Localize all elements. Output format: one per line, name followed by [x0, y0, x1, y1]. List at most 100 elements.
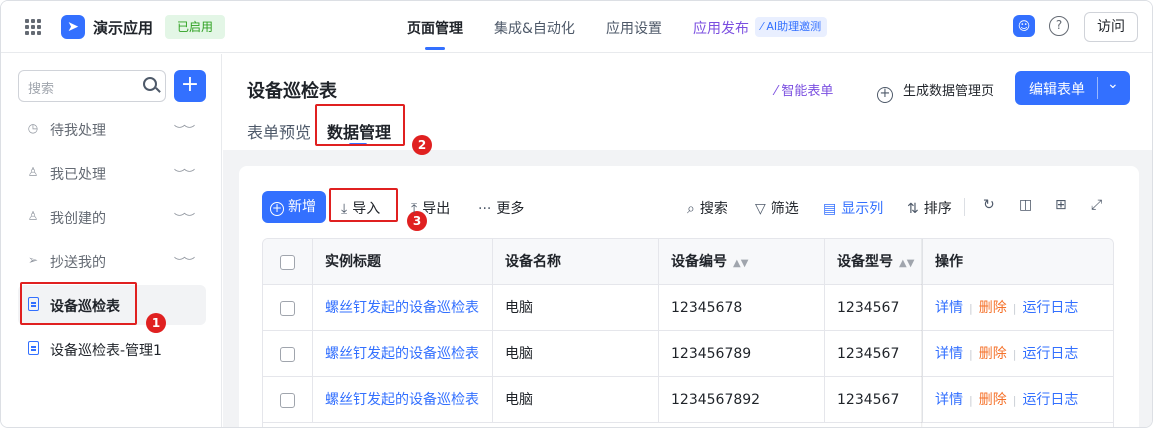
assistant-icon[interactable]: ☺ [1013, 15, 1035, 37]
delete-link[interactable]: 删除 [979, 300, 1007, 316]
action-divider: | [969, 302, 973, 315]
sort-icon[interactable]: ▲▼ [733, 258, 748, 269]
highlight-box-2 [315, 104, 405, 146]
generate-page-button[interactable]: + 生成数据管理页 [877, 80, 994, 103]
row-title-link[interactable]: 螺丝钉发起的设备巡检表 [313, 377, 493, 423]
delete-link[interactable]: 删除 [979, 346, 1007, 362]
col-header-title: 实例标题 [313, 239, 493, 285]
col-header-label: 设备型号 [837, 254, 893, 270]
fixed-column-shadow [921, 239, 923, 427]
data-table: 实例标题 设备名称 设备编号 ▲▼ 设备型号 ▲▼ 操作 螺丝钉发起的设备巡检表 电… [262, 238, 1114, 427]
row-device-model: 1234567 [825, 331, 923, 377]
row-device-code: 1234567892 [659, 377, 825, 423]
new-label: 新增 [288, 199, 316, 215]
row-title-link[interactable]: 螺丝钉发起的设备巡检表 [313, 285, 493, 331]
clock-icon: ◷ [27, 121, 39, 135]
smart-form-button[interactable]: ⁄ 智能表单 [775, 80, 833, 99]
log-link[interactable]: 运行日志 [1022, 392, 1078, 408]
row-title-link[interactable]: 螺丝钉发起的设备巡检表 [313, 331, 493, 377]
row-device-model: 1234567 [825, 377, 923, 423]
eye-hidden-icon[interactable]: ︶︶ [174, 254, 195, 270]
log-link[interactable]: 运行日志 [1022, 300, 1078, 316]
app-grid-icon[interactable] [25, 19, 41, 35]
more-label: 更多 [496, 201, 525, 217]
select-all-checkbox[interactable] [280, 255, 295, 270]
row-device-name: 电脑 [493, 377, 659, 423]
sidebar-item-cc[interactable]: ➢ 抄送我的 ︶︶ [18, 241, 206, 281]
filter-label: 筛选 [770, 201, 799, 217]
col-header-device-model[interactable]: 设备型号 ▲▼ [825, 239, 923, 285]
col-header-device-name: 设备名称 [493, 239, 659, 285]
sidebar-item-label: 我创建的 [50, 211, 106, 227]
columns-button[interactable]: ▤ 显示列 [823, 198, 883, 218]
nav-app-settings[interactable]: 应用设置 [606, 18, 662, 38]
nav-page-management[interactable]: 页面管理 [407, 18, 463, 38]
refresh-icon[interactable]: ↻ [983, 197, 995, 213]
eye-hidden-icon[interactable]: ︶︶ [174, 210, 195, 226]
send-icon: ➢ [27, 253, 39, 267]
action-divider: | [1012, 394, 1017, 407]
action-divider: | [1012, 302, 1017, 315]
sidebar-item-created[interactable]: ♙ 我创建的 ︶︶ [18, 197, 206, 237]
eye-hidden-icon[interactable]: ︶︶ [174, 122, 195, 138]
add-page-button[interactable]: + [174, 70, 206, 102]
ai-chip-label: AI助理邀测 [766, 20, 822, 33]
ai-assistant-chip[interactable]: ⁄ AI助理邀测 [755, 17, 828, 37]
row-checkbox[interactable] [280, 393, 295, 408]
row-device-name: 电脑 [493, 285, 659, 331]
fullscreen-icon[interactable]: ⤢ [1091, 197, 1102, 213]
nav-publish[interactable]: 应用发布 [693, 18, 749, 38]
detail-link[interactable]: 详情 [935, 346, 963, 362]
plus-circle-icon: + [270, 201, 284, 216]
col-header-device-code[interactable]: 设备编号 ▲▼ [659, 239, 825, 285]
sort-button[interactable]: ⇅ 排序 [907, 198, 952, 218]
table-row [263, 377, 313, 423]
tab-form-preview[interactable]: 表单预览 [247, 119, 311, 143]
log-link[interactable]: 运行日志 [1022, 346, 1078, 362]
status-badge: 已启用 [165, 15, 226, 39]
step-badge-2: 2 [412, 135, 432, 155]
button-divider [1097, 77, 1098, 99]
col-header-label: 设备编号 [671, 254, 727, 270]
row-checkbox[interactable] [280, 301, 295, 316]
columns-icon: ▤ [823, 201, 837, 217]
toolbar-divider [964, 198, 965, 216]
detail-link[interactable]: 详情 [935, 300, 963, 316]
sort-icon: ⇅ [907, 201, 919, 217]
user-check-icon: ♙ [27, 165, 39, 179]
main-area: 设备巡检表 ⁄ 智能表单 + 生成数据管理页 编辑表单 ⌄ 表单预览 数据管理 2… [223, 54, 1152, 427]
eye-hidden-icon[interactable]: ︶︶ [174, 166, 195, 182]
sidebar-item-inspection-manage[interactable]: 设备巡检表-管理1 [18, 329, 206, 369]
search-button[interactable]: ⌕ 搜索 [687, 198, 728, 218]
user-edit-icon: ♙ [27, 209, 39, 223]
table-row [263, 331, 313, 377]
search-icon[interactable] [143, 77, 157, 91]
delete-link[interactable]: 删除 [979, 392, 1007, 408]
edit-form-button[interactable]: 编辑表单 ⌄ [1015, 71, 1130, 105]
sidebar-item-done[interactable]: ♙ 我已处理 ︶︶ [18, 153, 206, 193]
chevron-down-icon[interactable]: ⌄ [1107, 76, 1119, 92]
data-card: +新增 ⤓导入 3 ⤒导出 ···更多 ⌕搜索 ▽筛选 ▤显示列 [239, 166, 1139, 427]
app-name: 演示应用 [93, 19, 154, 37]
new-record-button[interactable]: + 新增 [262, 191, 326, 223]
app-window: ➤ 演示应用 已启用 页面管理 集成&自动化 应用设置 应用发布 ⁄ AI助理邀… [0, 0, 1153, 428]
table-row [263, 285, 313, 331]
row-checkbox[interactable] [280, 347, 295, 362]
filter-button[interactable]: ▽ 筛选 [755, 198, 799, 218]
row-height-icon[interactable]: ⊞ [1055, 197, 1067, 213]
search-placeholder: 搜索 [28, 82, 55, 97]
row-device-code: 123456789 [659, 331, 825, 377]
visit-button[interactable]: 访问 [1084, 12, 1138, 42]
detail-link[interactable]: 详情 [935, 392, 963, 408]
sort-icon[interactable]: ▲▼ [899, 258, 914, 269]
export-button[interactable]: ⤒ 导出 [411, 198, 450, 218]
help-icon[interactable]: ? [1049, 16, 1069, 36]
split-view-icon[interactable]: ◫ [1019, 197, 1032, 213]
more-button[interactable]: ··· 更多 [478, 198, 524, 218]
export-label: 导出 [422, 201, 451, 217]
upload-icon: ⤒ [411, 201, 418, 217]
sidebar-search-input[interactable]: 搜索 [18, 70, 166, 102]
nav-integration[interactable]: 集成&自动化 [494, 18, 575, 38]
sidebar-item-label: 待我处理 [50, 123, 106, 139]
sidebar-item-todo[interactable]: ◷ 待我处理 ︶︶ [18, 109, 206, 149]
